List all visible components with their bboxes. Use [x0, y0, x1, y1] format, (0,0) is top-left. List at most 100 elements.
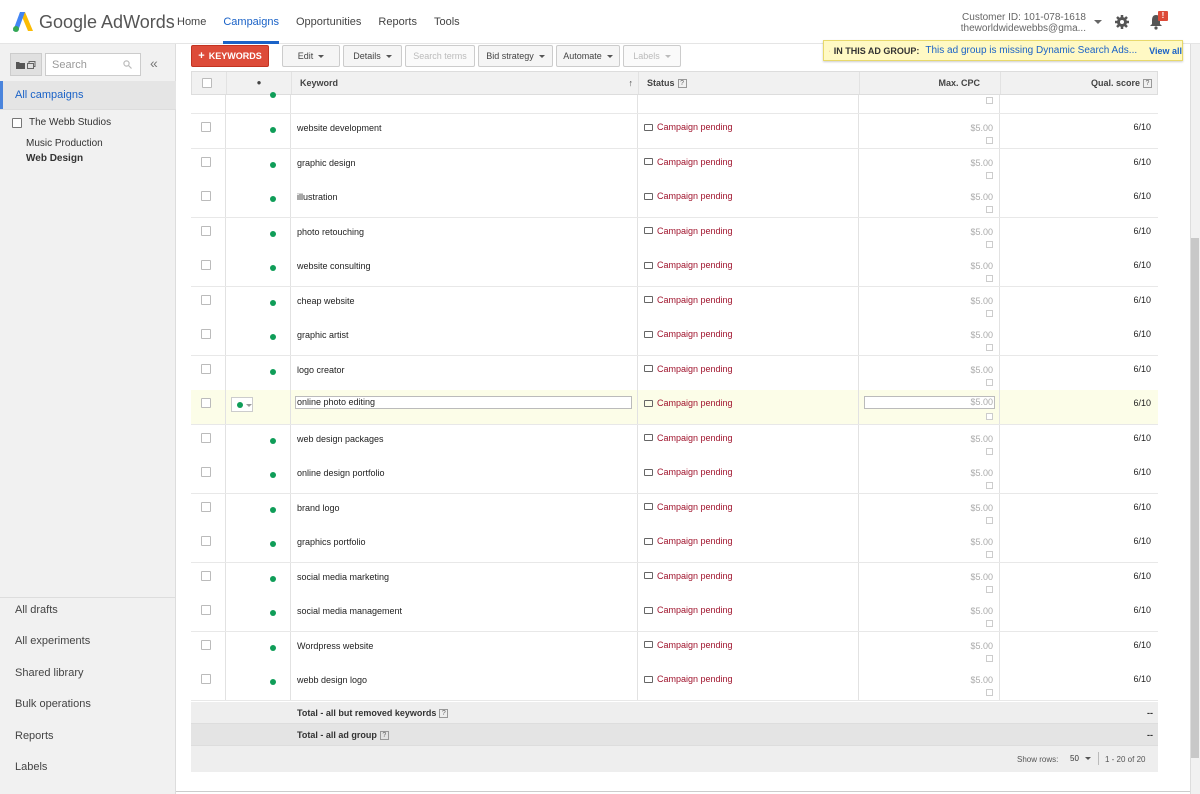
edit-bid-icon[interactable] [986, 206, 993, 213]
edit-bid-icon[interactable] [986, 654, 993, 662]
help-icon[interactable]: ? [379, 731, 389, 741]
table-row[interactable]: brand logo Campaign pending $5.00 6/10 [191, 493, 1158, 529]
sidebar-reports[interactable]: Reports [15, 730, 54, 742]
keyword-text[interactable]: webb design logo [297, 675, 367, 685]
status-text-column-header[interactable]: Status? [639, 72, 860, 94]
table-row[interactable]: website consulting Campaign pending $5.00 6… [191, 252, 1158, 287]
account-chevron-down-icon[interactable] [1094, 20, 1102, 24]
rows-per-page-select[interactable]: 50 [1070, 754, 1091, 763]
status-cell[interactable]: Campaign pending [644, 398, 733, 408]
automate-button[interactable]: Automate [556, 45, 620, 67]
max-cpc-value[interactable]: $5.00 [970, 468, 993, 478]
max-cpc-value[interactable]: $5.00 [970, 192, 993, 202]
gear-icon[interactable] [1114, 14, 1130, 30]
sidebar-all-drafts[interactable]: All drafts [15, 604, 58, 616]
alert-message-link[interactable]: This ad group is missing Dynamic Search … [925, 45, 1137, 56]
status-column-header[interactable]: ● [227, 72, 292, 94]
edit-bid-icon[interactable] [986, 309, 993, 317]
sidebar-bulk-operations[interactable]: Bulk operations [15, 698, 91, 710]
max-cpc-value[interactable]: $5.00 [970, 158, 993, 168]
max-cpc-value[interactable]: $5.00 [970, 296, 993, 306]
row-checkbox[interactable] [201, 225, 211, 236]
edit-bid-icon[interactable] [986, 171, 993, 179]
keyword-column-header[interactable]: Keyword ↑ [292, 72, 639, 94]
max-cpc-value[interactable]: $5.00 [970, 261, 993, 271]
status-cell[interactable]: Campaign pending [644, 571, 733, 581]
row-checkbox[interactable] [201, 329, 211, 339]
nav-campaigns[interactable]: Campaigns [223, 0, 279, 44]
status-cell[interactable]: Campaign pending [644, 467, 733, 477]
nav-home[interactable]: Home [177, 0, 206, 44]
status-cell[interactable]: Campaign pending [644, 640, 733, 650]
status-cell[interactable]: Campaign pending [644, 433, 733, 443]
labels-button[interactable]: Labels [623, 45, 681, 67]
row-checkbox[interactable] [201, 639, 211, 650]
status-cell[interactable]: Campaign pending [644, 605, 733, 615]
edit-bid-icon[interactable] [986, 516, 993, 524]
table-row[interactable]: logo creator Campaign pending $5.00 6/10 [191, 355, 1158, 391]
status-cell[interactable]: Campaign pending [644, 536, 733, 546]
row-checkbox[interactable] [201, 156, 211, 167]
keyword-text[interactable]: web design packages [297, 434, 384, 444]
campaign-music-production[interactable]: Music Production [26, 138, 103, 149]
status-cell[interactable]: Campaign pending [644, 157, 733, 167]
sidebar-all-experiments[interactable]: All experiments [15, 635, 90, 647]
edit-bid-icon[interactable] [986, 689, 993, 696]
edit-bid-icon[interactable] [986, 240, 993, 248]
row-checkbox[interactable] [201, 191, 211, 201]
max-cpc-value[interactable]: $5.00 [970, 537, 993, 547]
details-button[interactable]: Details [343, 45, 402, 67]
edit-bid-icon[interactable] [986, 447, 993, 455]
keyword-text[interactable]: graphic design [297, 158, 356, 168]
status-cell[interactable]: Campaign pending [644, 122, 733, 132]
max-cpc-value[interactable]: $5.00 [970, 675, 993, 685]
table-row[interactable]: online photo editing Campaign pending $5.0… [191, 390, 1158, 425]
help-icon[interactable]: ? [1143, 79, 1152, 89]
keyword-text[interactable]: graphic artist [297, 330, 349, 340]
keyword-text[interactable]: social media marketing [297, 572, 389, 582]
edit-bid-icon[interactable] [986, 482, 993, 489]
row-checkbox[interactable] [201, 467, 211, 477]
keyword-text[interactable]: website consulting [297, 261, 371, 271]
edit-bid-icon[interactable] [986, 413, 993, 420]
status-cell[interactable]: Campaign pending [644, 295, 733, 305]
search-input[interactable] [46, 54, 116, 75]
edit-bid-icon[interactable] [986, 275, 993, 282]
keyword-text[interactable]: Wordpress website [297, 641, 373, 651]
keyword-text[interactable]: online design portfolio [297, 468, 385, 478]
max-cpc-value[interactable]: $5.00 [970, 365, 993, 375]
status-cell[interactable]: Campaign pending [644, 674, 733, 684]
table-row[interactable]: graphic artist Campaign pending $5.00 6/10 [191, 321, 1158, 356]
row-checkbox[interactable] [201, 605, 211, 615]
all-campaigns-link[interactable]: All campaigns [0, 81, 176, 109]
edit-bid-icon[interactable] [986, 551, 993, 558]
table-row[interactable]: website development Campaign pending $5.00… [191, 114, 1158, 149]
scrollbar-thumb[interactable] [1191, 238, 1199, 758]
help-icon[interactable]: ? [439, 709, 449, 719]
table-row[interactable]: cheap website Campaign pending $5.00 6/10 [191, 286, 1158, 322]
status-cell[interactable]: Campaign pending [644, 260, 733, 270]
bid-strategy-button[interactable]: Bid strategy [478, 45, 553, 67]
table-row[interactable]: social media marketing Campaign pending $5… [191, 562, 1158, 598]
row-checkbox[interactable] [201, 432, 211, 443]
edit-bid-icon[interactable] [986, 97, 993, 104]
status-cell[interactable]: Campaign pending [644, 329, 733, 339]
table-row[interactable]: illustration Campaign pending $5.00 6/10 [191, 183, 1158, 218]
view-toggle[interactable] [10, 53, 42, 76]
row-checkbox[interactable] [201, 122, 211, 132]
row-checkbox[interactable] [201, 570, 211, 581]
sidebar-labels[interactable]: Labels [15, 761, 47, 773]
add-keywords-button[interactable]: + KEYWORDS [191, 45, 269, 67]
max-cpc-value[interactable]: $5.00 [970, 572, 993, 582]
keyword-text[interactable]: brand logo [297, 503, 340, 513]
max-cpc-value[interactable]: $5.00 [970, 606, 993, 616]
row-checkbox[interactable] [201, 294, 211, 305]
max-cpc-value[interactable]: $5.00 [970, 503, 993, 513]
search-icon[interactable] [123, 60, 132, 69]
account-tree-item[interactable]: The Webb Studios [12, 117, 111, 128]
quality-score-column-header[interactable]: Qual. score? [1001, 72, 1157, 94]
table-row[interactable]: graphic design Campaign pending $5.00 6/10 [191, 148, 1158, 184]
row-checkbox[interactable] [201, 536, 211, 546]
edit-button[interactable]: Edit [282, 45, 340, 67]
max-cpc-column-header[interactable]: Max. CPC [860, 72, 1001, 94]
